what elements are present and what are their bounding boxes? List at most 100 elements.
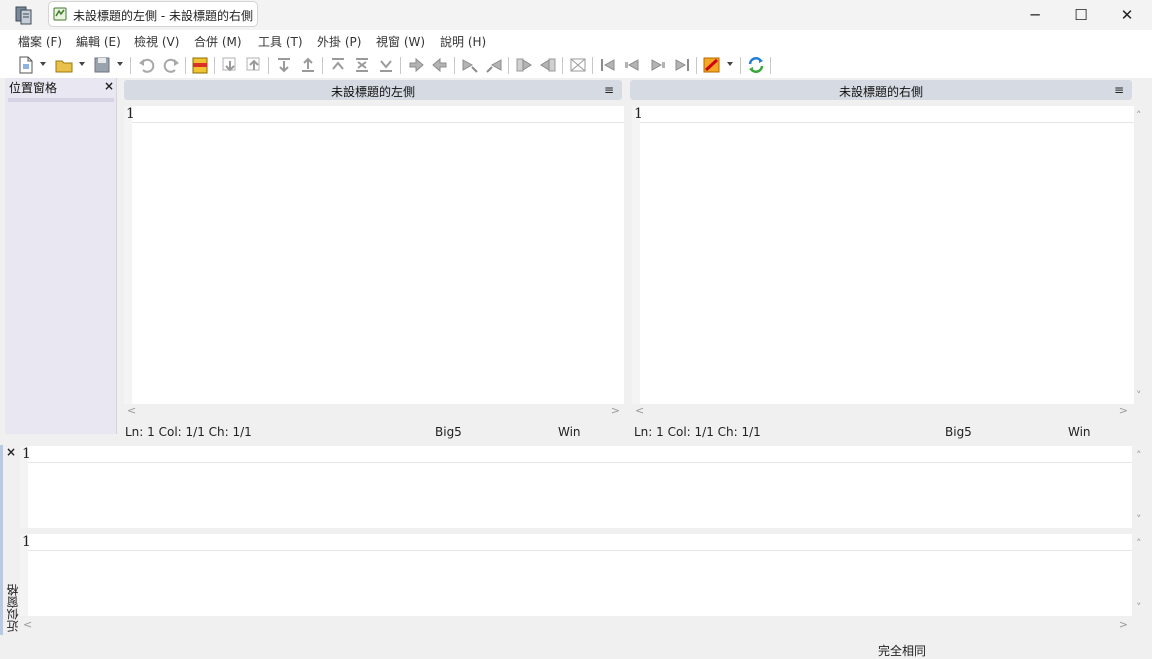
- all-right-icon[interactable]: [514, 55, 534, 75]
- prev-conflict-icon[interactable]: [298, 55, 318, 75]
- scroll-down-arrow-icon[interactable]: ˅: [1136, 601, 1142, 614]
- redo-icon[interactable]: [161, 55, 181, 75]
- menu-plugins[interactable]: 外掛 (P): [317, 33, 361, 50]
- diff-top-current-line: [28, 462, 1132, 463]
- new-dropdown-caret[interactable]: [40, 62, 46, 66]
- undo-icon[interactable]: [137, 55, 157, 75]
- diff-horizontal-scrollbar[interactable]: < >: [20, 618, 1132, 632]
- scroll-left-arrow-icon[interactable]: <: [635, 404, 644, 417]
- refresh-icon[interactable]: [746, 55, 766, 75]
- location-pane-close-icon[interactable]: ×: [104, 79, 114, 93]
- prev-diff-icon[interactable]: [244, 55, 264, 75]
- scroll-right-arrow-icon[interactable]: >: [1119, 618, 1128, 631]
- last-diff-icon[interactable]: [376, 55, 396, 75]
- scroll-up-arrow-icon[interactable]: ˄: [1136, 537, 1142, 550]
- jump-first-icon[interactable]: [598, 55, 618, 75]
- minimize-button[interactable]: ─: [1012, 0, 1058, 30]
- open-dropdown-caret[interactable]: [79, 62, 85, 66]
- right-status-position: Ln: 1 Col: 1/1 Ch: 1/1: [634, 425, 761, 439]
- right-editor[interactable]: 1: [632, 106, 1134, 404]
- scroll-right-arrow-icon[interactable]: >: [1119, 404, 1128, 417]
- menu-window[interactable]: 視窗 (W): [376, 33, 425, 50]
- scroll-right-arrow-icon[interactable]: >: [611, 404, 620, 417]
- location-pane-overview-bar[interactable]: [8, 98, 114, 102]
- toolbar-separator: [508, 57, 509, 74]
- right-current-line: [640, 122, 1134, 123]
- scroll-left-arrow-icon[interactable]: <: [127, 404, 136, 417]
- save-icon[interactable]: [92, 55, 112, 75]
- diff-pane-close-icon[interactable]: ×: [6, 445, 16, 459]
- left-status-eol[interactable]: Win: [558, 425, 581, 439]
- maximize-button[interactable]: ☐: [1058, 0, 1104, 30]
- scroll-down-arrow-icon[interactable]: ˅: [1136, 389, 1142, 402]
- scroll-down-arrow-icon[interactable]: ˅: [1136, 513, 1142, 526]
- scroll-left-arrow-icon[interactable]: <: [23, 618, 32, 631]
- color-scheme-dropdown-caret[interactable]: [727, 62, 733, 66]
- right-horizontal-scrollbar[interactable]: < >: [632, 404, 1134, 418]
- menu-tools[interactable]: 工具 (T): [258, 33, 303, 50]
- compare-result-status: 完全相同: [878, 644, 927, 658]
- toolbar-separator: [214, 57, 215, 74]
- right-vertical-scrollbar[interactable]: ˄ ˅: [1134, 106, 1148, 404]
- location-pane: [5, 78, 117, 434]
- toolbar: [0, 52, 1152, 78]
- left-line-number: 1: [126, 106, 135, 122]
- menu-edit[interactable]: 編輯 (E): [76, 33, 121, 50]
- scroll-up-arrow-icon[interactable]: ˄: [1136, 109, 1142, 122]
- jump-prev-icon[interactable]: [622, 55, 642, 75]
- diff-bottom-line-number: 1: [22, 534, 31, 550]
- left-status-encoding[interactable]: Big5: [435, 425, 462, 439]
- next-diff-icon[interactable]: [220, 55, 240, 75]
- diff-top-vertical-scrollbar[interactable]: ˄ ˅: [1134, 446, 1148, 528]
- left-horizontal-scrollbar[interactable]: < >: [124, 404, 624, 418]
- left-pane-header: 未設標題的左側 ≡: [124, 80, 622, 100]
- app-menu-icon[interactable]: [12, 4, 34, 26]
- menu-merge[interactable]: 合併 (M): [194, 33, 242, 50]
- copy-left-icon[interactable]: [430, 55, 450, 75]
- color-scheme-icon[interactable]: [702, 55, 722, 75]
- diff-top-editor[interactable]: 1: [20, 446, 1132, 528]
- diff-bottom-editor[interactable]: 1: [20, 534, 1132, 616]
- toolbar-separator: [454, 57, 455, 74]
- right-editor-gutter: [632, 106, 640, 404]
- new-icon[interactable]: [16, 55, 36, 75]
- diff-top-line-number: 1: [22, 446, 31, 462]
- jump-last-icon[interactable]: [672, 55, 692, 75]
- copy-left-advance-icon[interactable]: [484, 55, 504, 75]
- right-pane-menu-icon[interactable]: ≡: [1114, 83, 1124, 97]
- menu-file[interactable]: 檔案 (F): [18, 33, 62, 50]
- scroll-up-arrow-icon[interactable]: ˄: [1136, 449, 1142, 462]
- merge-both-icon[interactable]: [568, 55, 588, 75]
- next-conflict-icon[interactable]: [274, 55, 294, 75]
- toolbar-separator: [562, 57, 563, 74]
- save-dropdown-caret[interactable]: [117, 62, 123, 66]
- left-current-line: [132, 122, 624, 123]
- options-icon[interactable]: [190, 55, 210, 75]
- menu-help[interactable]: 說明 (H): [440, 33, 486, 50]
- diff-pane-label: 近似窗格: [6, 584, 20, 632]
- close-button[interactable]: ✕: [1104, 0, 1150, 30]
- toolbar-separator: [322, 57, 323, 74]
- document-tab-title: 未設標題的左側 - 未設標題的右側: [73, 9, 253, 23]
- current-diff-icon[interactable]: [352, 55, 372, 75]
- copy-right-advance-icon[interactable]: [460, 55, 480, 75]
- copy-right-icon[interactable]: [406, 55, 426, 75]
- toolbar-separator: [592, 57, 593, 74]
- document-compare-icon: [53, 7, 67, 21]
- toolbar-separator: [268, 57, 269, 74]
- document-tab[interactable]: 未設標題的左側 - 未設標題的右側: [48, 1, 258, 27]
- left-pane-menu-icon[interactable]: ≡: [604, 83, 614, 97]
- menu-view[interactable]: 檢視 (V): [134, 33, 179, 50]
- right-status-eol[interactable]: Win: [1068, 425, 1091, 439]
- jump-next-icon[interactable]: [648, 55, 668, 75]
- first-diff-icon[interactable]: [328, 55, 348, 75]
- toolbar-separator: [770, 57, 771, 74]
- diff-bottom-current-line: [28, 550, 1132, 551]
- minimize-icon: ─: [1030, 6, 1040, 24]
- all-left-icon[interactable]: [538, 55, 558, 75]
- open-icon[interactable]: [54, 55, 74, 75]
- close-icon: ✕: [1120, 6, 1134, 24]
- diff-bottom-vertical-scrollbar[interactable]: ˄ ˅: [1134, 534, 1148, 616]
- left-editor[interactable]: 1: [124, 106, 624, 404]
- right-status-encoding[interactable]: Big5: [945, 425, 972, 439]
